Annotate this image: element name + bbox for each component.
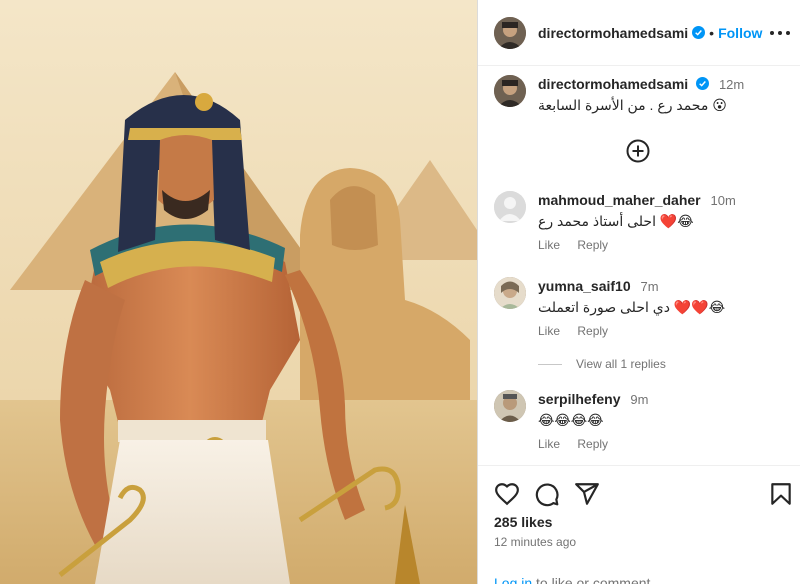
more-options-icon[interactable]	[770, 24, 790, 42]
plus-circle-icon[interactable]	[626, 139, 650, 163]
post-photo	[0, 0, 477, 584]
verified-badge-icon	[696, 77, 710, 90]
login-prompt-text: to like or comment.	[532, 575, 655, 584]
post-sidebar: directormohamedsami • Follow directormoh…	[478, 0, 800, 584]
comment-time: 7m	[640, 279, 659, 294]
caption-time: 12m	[718, 77, 745, 92]
login-prompt: Log in to like or comment.	[494, 575, 654, 584]
share-icon[interactable]	[574, 481, 600, 507]
comments-list: directormohamedsami 12m 😮 محمد رع . من ا…	[478, 67, 800, 465]
comment-text: 😂❤️ احلى أستاذ محمد رع	[538, 210, 788, 232]
caption-emoji: 😮	[712, 97, 727, 113]
comment-emoji: ❤️	[659, 213, 678, 229]
comment-time: 9m	[630, 392, 649, 407]
comment-text: 😂❤️❤️ دي احلى صورة اتعملت	[538, 296, 788, 318]
post-timestamp: 12 minutes ago	[494, 535, 577, 549]
header-separator: •	[709, 24, 715, 41]
heart-icon[interactable]	[494, 481, 520, 507]
comment-text: 😂😂😂😂	[538, 409, 788, 431]
caption-avatar[interactable]	[494, 75, 526, 107]
comment-username[interactable]: mahmoud_maher_daher	[538, 192, 701, 208]
comment-emoji: ❤️	[691, 299, 709, 315]
comment-emoji: 😂	[677, 213, 694, 229]
like-comment-button[interactable]: Like	[538, 437, 560, 451]
comment-avatar[interactable]	[494, 277, 526, 309]
like-comment-button[interactable]: Like	[538, 324, 560, 338]
verified-badge-icon	[692, 26, 706, 39]
comment-emoji: ❤️	[673, 299, 692, 315]
comment-avatar[interactable]	[494, 390, 526, 422]
comment-emoji: 😂	[570, 412, 588, 428]
actions-divider	[478, 465, 800, 466]
likes-count[interactable]: 285 likes	[494, 514, 552, 530]
bookmark-icon[interactable]	[768, 481, 794, 507]
comment-avatar[interactable]	[494, 191, 526, 223]
reply-comment-button[interactable]: Reply	[577, 324, 608, 338]
author-username[interactable]: directormohamedsami	[538, 25, 688, 41]
comment-content: احلى أستاذ محمد رع	[538, 213, 656, 229]
login-link[interactable]: Log in	[494, 575, 532, 584]
comment-emoji: 😂	[587, 412, 604, 428]
caption-text: 😮 محمد رع . من الأسرة السابعة	[538, 94, 788, 116]
caption-username[interactable]: directormohamedsami	[538, 76, 688, 92]
comment-emoji: 😂	[538, 412, 555, 428]
comment-username[interactable]: serpilhefeny	[538, 391, 620, 407]
comment-icon[interactable]	[534, 481, 560, 507]
comment-username[interactable]: yumna_saif10	[538, 278, 631, 294]
comment-emoji: 😂	[708, 299, 726, 315]
view-replies-button[interactable]: View all 1 replies	[538, 357, 666, 371]
replies-line	[538, 363, 562, 365]
follow-button[interactable]: Follow	[718, 25, 762, 41]
view-replies-label: View all 1 replies	[576, 357, 666, 371]
comment-content: دي احلى صورة اتعملت	[538, 299, 670, 315]
comment-time: 10m	[710, 193, 736, 208]
like-comment-button[interactable]: Like	[538, 238, 560, 252]
post-actions	[494, 481, 794, 507]
post-header: directormohamedsami • Follow	[478, 0, 800, 66]
author-avatar[interactable]	[494, 16, 526, 49]
reply-comment-button[interactable]: Reply	[577, 238, 608, 252]
reply-comment-button[interactable]: Reply	[577, 437, 608, 451]
comment-emoji: 😂	[554, 412, 571, 428]
caption-content: محمد رع . من الأسرة السابعة	[538, 97, 709, 113]
